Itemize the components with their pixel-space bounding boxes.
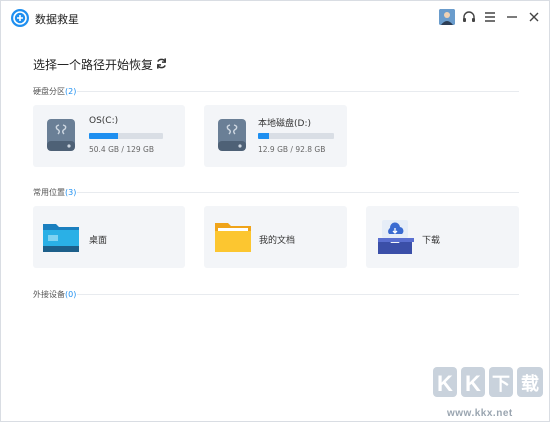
app-window: 数据救星 选择一个路径开始恢复 硬盘分区(2) OS(C:) 50.4 GB /… <box>0 0 550 422</box>
location-card-downloads[interactable]: 下载 <box>366 206 519 268</box>
documents-folder-icon <box>215 223 251 252</box>
heading-row: 选择一个路径开始恢复 <box>33 54 166 72</box>
location-card-documents[interactable]: 我的文档 <box>204 206 347 268</box>
drive-card-d[interactable]: 本地磁盘(D:) 12.9 GB / 92.8 GB <box>204 105 347 167</box>
location-card-desktop[interactable]: 桌面 <box>33 206 185 268</box>
app-title: 数据救星 <box>35 13 79 26</box>
location-name: 我的文档 <box>259 236 296 246</box>
drive-name: OS(C:) <box>89 116 119 126</box>
refresh-icon <box>157 58 166 69</box>
hard-drive-icon <box>47 119 75 151</box>
menu-button[interactable] <box>482 9 498 25</box>
svg-text:载: 载 <box>521 373 539 395</box>
locations-section-label: 常用位置(3) <box>33 187 76 198</box>
drive-name: 本地磁盘(D:) <box>258 119 311 129</box>
download-tray-icon <box>378 220 414 254</box>
drive-usage-fill <box>89 133 118 139</box>
locations-label: 常用位置 <box>33 188 65 197</box>
desktop-folder-icon <box>43 224 79 252</box>
partitions-count: (2) <box>65 87 77 96</box>
location-name: 下载 <box>422 236 441 246</box>
section-divider <box>77 294 519 295</box>
close-icon <box>529 12 539 22</box>
menu-icon <box>485 12 495 22</box>
user-avatar[interactable] <box>439 9 455 25</box>
headset-icon <box>463 11 475 22</box>
close-button[interactable] <box>526 9 542 25</box>
partitions-section-label: 硬盘分区(2) <box>33 86 76 97</box>
section-divider <box>77 91 519 92</box>
hard-drive-icon <box>218 119 246 151</box>
drive-size: 50.4 GB / 129 GB <box>89 145 154 154</box>
partitions-label: 硬盘分区 <box>33 87 65 96</box>
svg-text:K: K <box>465 371 481 396</box>
svg-text:K: K <box>437 371 453 396</box>
drive-usage-bar <box>89 133 163 139</box>
section-divider <box>77 192 519 193</box>
location-name: 桌面 <box>89 236 108 246</box>
app-logo-icon <box>11 9 29 27</box>
external-label: 外接设备 <box>33 290 65 299</box>
minimize-button[interactable] <box>504 9 520 25</box>
title-bar: 数据救星 <box>1 1 549 35</box>
drive-usage-bar <box>258 133 334 139</box>
locations-count: (3) <box>65 188 77 197</box>
minimize-icon <box>507 16 517 18</box>
external-section-label: 外接设备(0) <box>33 289 76 300</box>
drive-usage-fill <box>258 133 269 139</box>
watermark-url: www.kkx.net <box>447 408 513 419</box>
page-heading: 选择一个路径开始恢复 <box>33 58 154 72</box>
drive-card-c[interactable]: OS(C:) 50.4 GB / 129 GB <box>33 105 185 167</box>
svg-text:下: 下 <box>492 374 510 395</box>
watermark-logo: K K 下 载 <box>431 363 549 411</box>
external-count: (0) <box>65 290 77 299</box>
drive-size: 12.9 GB / 92.8 GB <box>258 145 326 154</box>
support-headset-button[interactable] <box>461 9 477 25</box>
refresh-button[interactable] <box>155 55 168 69</box>
